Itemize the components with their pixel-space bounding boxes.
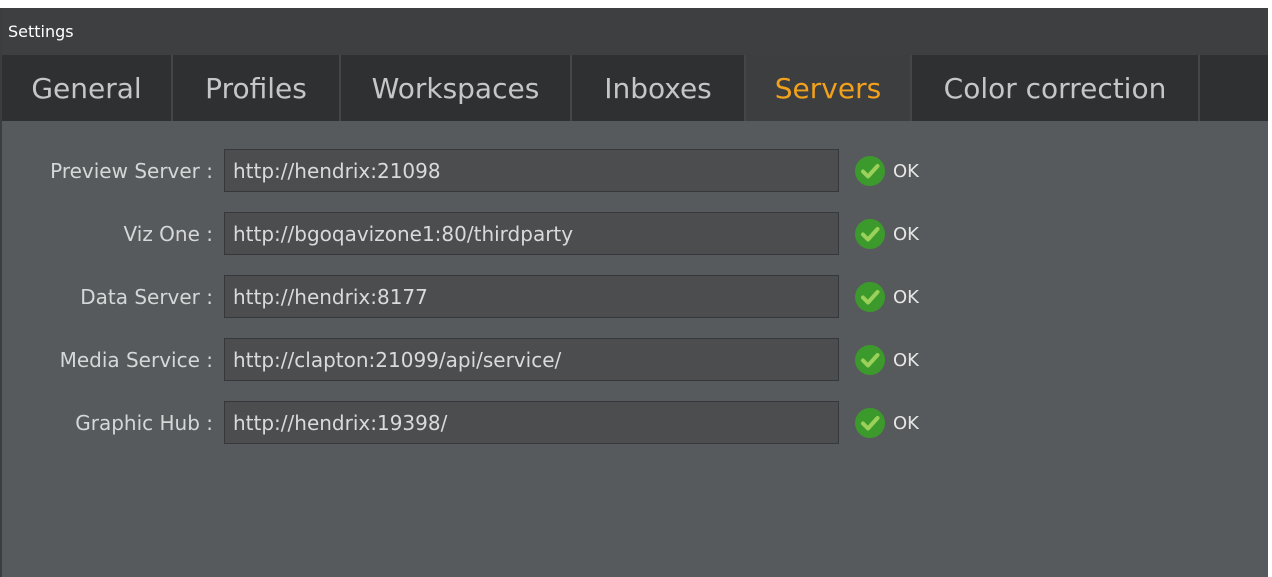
tab-inboxes[interactable]: Inboxes	[572, 55, 746, 121]
tab-label: Color correction	[943, 71, 1167, 105]
data-server-label: Data Server :	[80, 285, 213, 309]
viz-one-status: OK	[854, 217, 919, 251]
settings-window: Settings General Profiles Workspaces Inb…	[0, 8, 1268, 577]
server-row-viz-one: Viz One : OK	[2, 211, 1002, 257]
server-row-media-service: Media Service : OK	[2, 337, 1002, 383]
tab-profiles[interactable]: Profiles	[173, 55, 341, 121]
tab-bar-filler	[1200, 55, 1268, 121]
media-service-input[interactable]	[224, 338, 839, 381]
tab-general[interactable]: General	[2, 55, 173, 121]
tab-label: Profiles	[205, 71, 307, 105]
preview-server-input[interactable]	[224, 149, 839, 192]
check-circle-icon	[855, 408, 885, 438]
tab-label: Workspaces	[371, 71, 540, 105]
tab-bar: General Profiles Workspaces Inboxes Serv…	[2, 55, 1268, 121]
viz-one-input[interactable]	[224, 212, 839, 255]
status-text: OK	[893, 160, 919, 182]
data-server-input[interactable]	[224, 275, 839, 318]
server-row-graphic-hub: Graphic Hub : OK	[2, 400, 1002, 446]
preview-server-status: OK	[854, 154, 919, 188]
data-server-status: OK	[854, 280, 919, 314]
tab-label: General	[31, 71, 142, 105]
graphic-hub-label: Graphic Hub :	[75, 411, 213, 435]
check-circle-icon	[855, 345, 885, 375]
tab-color-correction[interactable]: Color correction	[912, 55, 1200, 121]
window-title: Settings	[2, 8, 1268, 55]
media-service-label: Media Service :	[59, 348, 213, 372]
status-text: OK	[893, 412, 919, 434]
graphic-hub-status: OK	[854, 406, 919, 440]
servers-form: Preview Server : OK Viz One : OK	[2, 121, 1268, 577]
preview-server-label: Preview Server :	[50, 159, 213, 183]
status-text: OK	[893, 349, 919, 371]
status-text: OK	[893, 286, 919, 308]
check-circle-icon	[855, 282, 885, 312]
tab-label: Inboxes	[604, 71, 712, 105]
server-row-data-server: Data Server : OK	[2, 274, 1002, 320]
tab-label: Servers	[774, 71, 882, 105]
check-circle-icon	[855, 156, 885, 186]
tab-servers[interactable]: Servers	[746, 55, 912, 121]
server-row-preview: Preview Server : OK	[2, 148, 1002, 194]
status-text: OK	[893, 223, 919, 245]
media-service-status: OK	[854, 343, 919, 377]
check-circle-icon	[855, 219, 885, 249]
graphic-hub-input[interactable]	[224, 401, 839, 444]
viz-one-label: Viz One :	[123, 222, 213, 246]
tab-workspaces[interactable]: Workspaces	[341, 55, 572, 121]
